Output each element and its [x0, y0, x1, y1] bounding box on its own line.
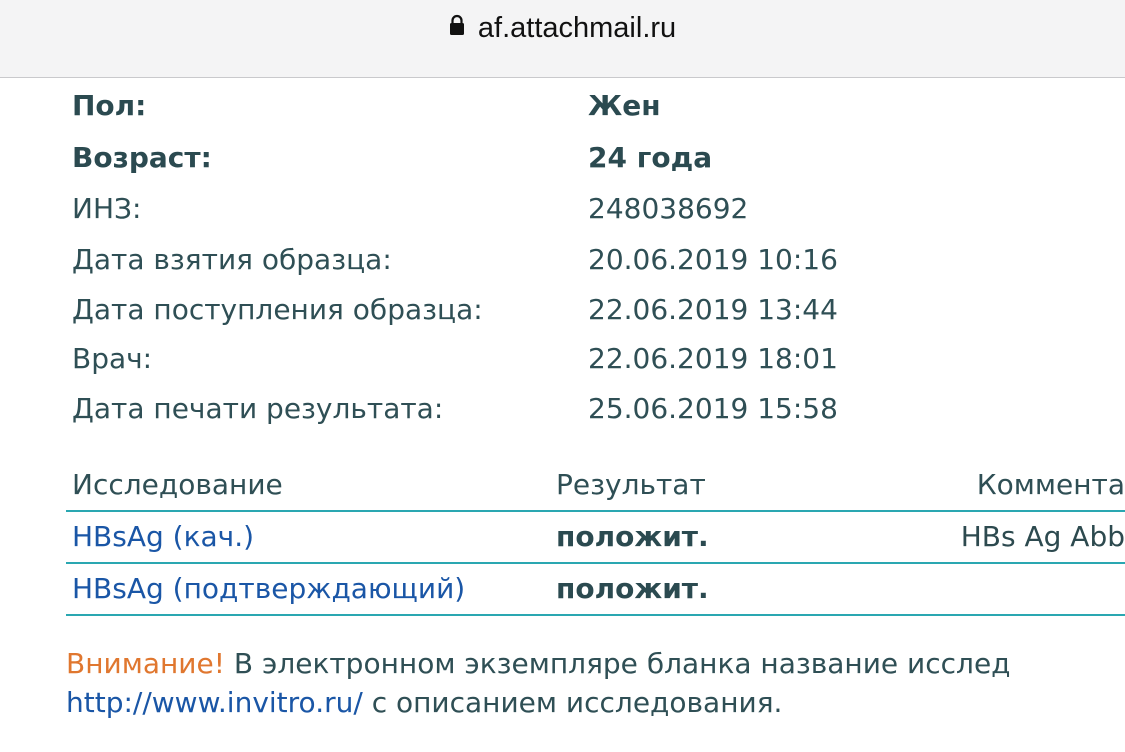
result-value: положит. — [556, 572, 709, 605]
next-warning-partial — [66, 738, 86, 752]
info-label: ИНЗ: — [72, 192, 142, 225]
header-comment: Коммента — [976, 468, 1125, 501]
info-value: Жен — [588, 89, 661, 122]
notice-line-2: http://www.invitro.ru/ с описанием иссле… — [66, 684, 782, 722]
info-label: Возраст: — [72, 141, 212, 174]
info-label: Врач: — [72, 342, 153, 375]
table-header: Исследование Результат Коммента — [66, 460, 1125, 512]
info-row-age: Возраст: 24 года — [0, 132, 1125, 184]
browser-address-bar[interactable]: af.attachmail.ru — [0, 0, 1125, 78]
warning-label: Внимание! — [66, 647, 225, 680]
info-row-inz: ИНЗ: 248038692 — [0, 183, 1125, 235]
test-link[interactable]: HBsAg (подтверждающий) — [72, 564, 465, 614]
info-row-sex: Пол: Жен — [0, 80, 1125, 132]
notice-text: В электронном экземпляре бланка название… — [224, 647, 1011, 680]
notice-line-1: Внимание! В электронном экземпляре бланк… — [66, 645, 1011, 683]
lock-icon — [449, 14, 465, 40]
url-text[interactable]: af.attachmail.ru — [478, 12, 676, 45]
info-label: Дата печати результата: — [72, 392, 444, 425]
header-test: Исследование — [72, 468, 283, 501]
info-row-print-date: Дата печати результата: 25.06.2019 15:58 — [0, 383, 1125, 435]
url-container[interactable]: af.attachmail.ru — [0, 12, 1125, 45]
header-result: Результат — [556, 468, 706, 501]
info-value: 22.06.2019 18:01 — [588, 342, 838, 375]
info-label: Дата поступления образца: — [72, 293, 483, 326]
info-row-arrival-date: Дата поступления образца: 22.06.2019 13:… — [0, 284, 1125, 336]
info-value: 24 года — [588, 141, 713, 174]
table-row: HBsAg (кач.) положит. HBs Ag Abb — [66, 512, 1125, 564]
info-label: Пол: — [72, 89, 147, 122]
info-value: 22.06.2019 13:44 — [588, 293, 838, 326]
comment-value: HBs Ag Abb — [960, 520, 1125, 553]
test-link[interactable]: HBsAg (кач.) — [72, 512, 254, 562]
invitro-link[interactable]: http://www.invitro.ru/ — [66, 686, 363, 719]
info-value: 25.06.2019 15:58 — [588, 392, 838, 425]
info-value: 20.06.2019 10:16 — [588, 243, 838, 276]
info-label: Дата взятия образца: — [72, 243, 392, 276]
table-row: HBsAg (подтверждающий) положит. — [66, 564, 1125, 616]
info-value: 248038692 — [588, 192, 749, 225]
info-row-doctor: Врач: 22.06.2019 18:01 — [0, 333, 1125, 385]
notice-text-2: с описанием исследования. — [362, 686, 783, 719]
info-row-sample-date: Дата взятия образца: 20.06.2019 10:16 — [0, 234, 1125, 286]
result-value: положит. — [556, 520, 709, 553]
